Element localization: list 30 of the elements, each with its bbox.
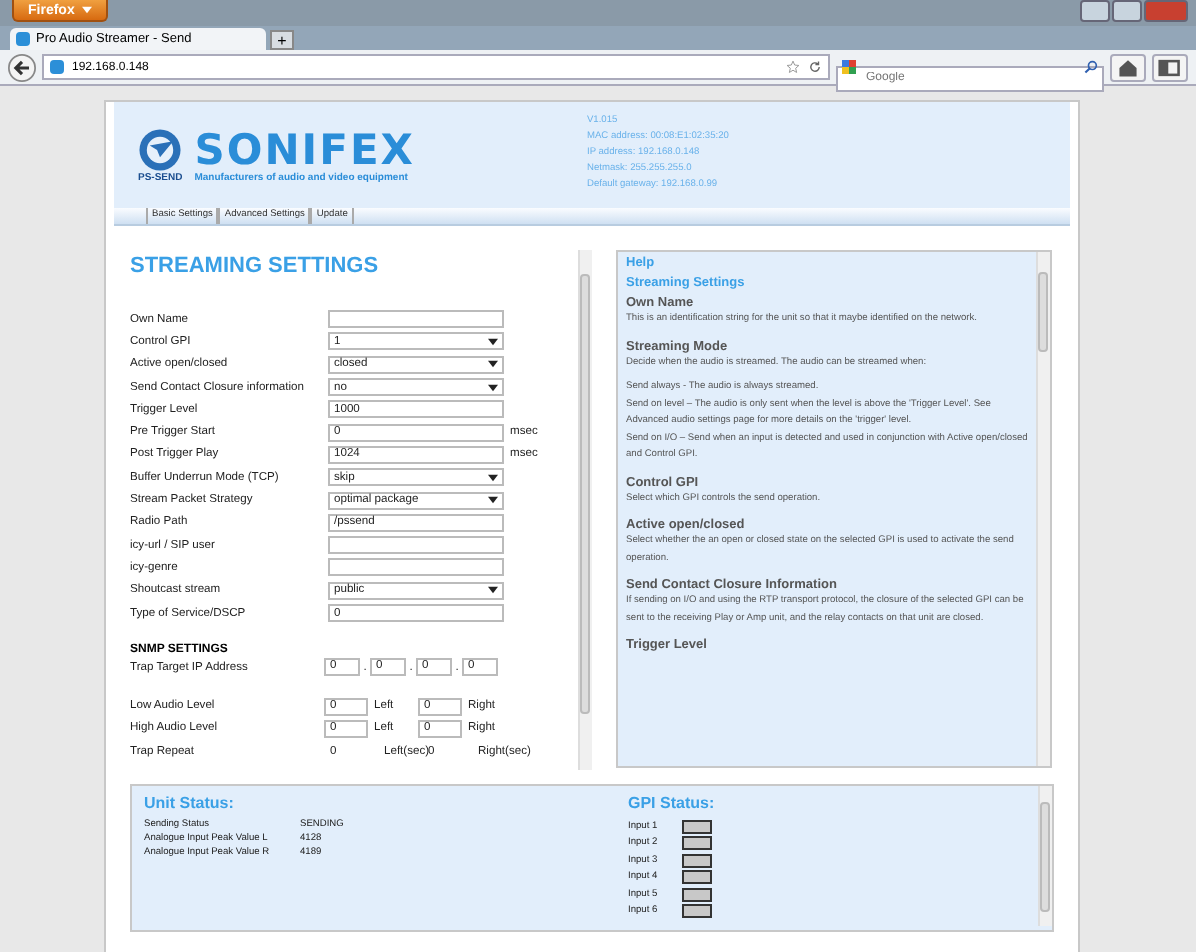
input-field[interactable] — [328, 536, 504, 555]
caret-icon — [488, 473, 498, 482]
home-icon[interactable] — [1110, 53, 1146, 81]
site-icon — [16, 32, 30, 46]
new-tab-button[interactable]: + — [270, 30, 294, 50]
caret-icon — [488, 586, 498, 595]
globe-logo-icon — [138, 127, 183, 171]
caret-icon — [488, 360, 498, 369]
search-icon[interactable] — [1084, 60, 1098, 74]
window-icon[interactable] — [1152, 53, 1188, 81]
google-icon — [842, 60, 856, 74]
brand-logo: SONIFEX — [194, 127, 415, 171]
caret-icon — [82, 5, 93, 13]
scrollbar[interactable] — [1036, 252, 1050, 766]
input-field[interactable] — [328, 310, 504, 329]
status-title: GPI Status: — [628, 792, 717, 814]
reload-icon[interactable] — [808, 60, 822, 74]
maximize-button[interactable] — [1112, 0, 1142, 22]
section-title: STREAMING SETTINGS — [130, 254, 381, 278]
minimize-button[interactable] — [1080, 0, 1110, 22]
status-title: Unit Status: — [144, 792, 236, 814]
scrollbar[interactable] — [578, 250, 592, 770]
back-icon[interactable] — [8, 53, 36, 81]
site-icon — [50, 60, 64, 74]
scrollbar[interactable] — [1038, 786, 1052, 926]
caret-icon — [488, 496, 498, 505]
caret-icon — [488, 337, 498, 346]
input-field[interactable] — [328, 558, 504, 577]
caret-icon — [488, 383, 498, 392]
star-icon[interactable] — [786, 60, 800, 74]
